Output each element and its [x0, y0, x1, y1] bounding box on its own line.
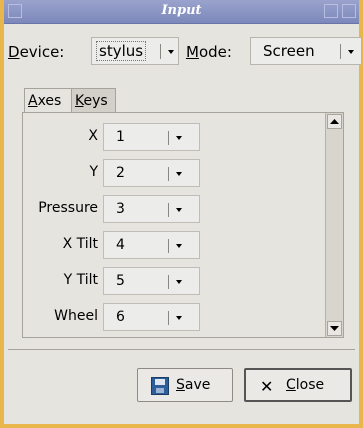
save-button[interactable]: Save: [137, 368, 233, 402]
tab-keys[interactable]: Keys: [72, 88, 116, 113]
title-bar[interactable]: Input: [4, 0, 359, 24]
mode-label: Mode:: [186, 43, 232, 61]
axis-combo-separator: [168, 311, 169, 325]
axis-label: X Tilt: [62, 236, 98, 252]
input-dialog-window: Input Device: stylus Mode: Screen Axes K…: [0, 0, 363, 428]
axis-value: 4: [116, 237, 125, 253]
mode-combo-value: Screen: [263, 42, 315, 60]
axis-x-combo[interactable]: 1: [103, 123, 200, 151]
axis-value: 5: [116, 273, 125, 289]
chevron-down-icon[interactable]: [168, 50, 174, 54]
axis-label: Y Tilt: [63, 272, 98, 288]
axis-wheel-combo[interactable]: 6: [103, 303, 200, 331]
tab-axes-mnemonic: A: [28, 93, 38, 109]
mode-label-text: ode:: [198, 43, 232, 61]
close-window-icon[interactable]: [342, 4, 356, 18]
axis-combo-separator: [168, 239, 169, 253]
device-combo-separator: [160, 44, 161, 59]
axis-combo-separator: [168, 203, 169, 217]
device-label: Device:: [8, 43, 64, 61]
axis-y-tilt-combo[interactable]: 5: [103, 267, 200, 295]
chevron-down-icon[interactable]: [348, 50, 354, 54]
arrow-down-icon: [330, 326, 339, 331]
axis-value: 1: [116, 129, 125, 145]
scroll-down-button[interactable]: [327, 321, 342, 336]
window-title: Input: [161, 3, 202, 18]
device-label-mnemonic: D: [8, 43, 20, 61]
axes-panel: X 1 Y 2 Pressure 3 X Tilt 4 Y Tilt 5 Whe…: [22, 112, 344, 338]
axis-value: 2: [116, 165, 125, 181]
chevron-down-icon[interactable]: [176, 208, 182, 212]
maximize-icon[interactable]: [324, 4, 338, 18]
axis-y-combo[interactable]: 2: [103, 159, 200, 187]
save-mnemonic: S: [176, 377, 185, 393]
chevron-down-icon[interactable]: [176, 244, 182, 248]
divider: [8, 349, 355, 350]
tab-keys-label: eys: [83, 93, 108, 109]
axis-label: X: [88, 128, 98, 144]
axis-combo-separator: [168, 275, 169, 289]
chevron-down-icon[interactable]: [176, 280, 182, 284]
close-button[interactable]: ✕ Close: [244, 368, 352, 402]
close-x-icon: ✕: [260, 377, 274, 396]
close-label-text: lose: [295, 377, 325, 393]
tab-axes[interactable]: Axes: [24, 88, 72, 113]
axis-value: 3: [116, 201, 125, 217]
save-label-text: ave: [184, 377, 211, 393]
axis-combo-separator: [168, 131, 169, 145]
close-mnemonic: C: [286, 377, 296, 393]
axis-pressure-combo[interactable]: 3: [103, 195, 200, 223]
axis-label: Pressure: [38, 200, 98, 216]
device-label-text: evice:: [19, 43, 65, 61]
device-combo-value: stylus: [96, 41, 147, 61]
chevron-down-icon[interactable]: [176, 172, 182, 176]
tab-axes-label: xes: [37, 93, 62, 109]
chevron-down-icon[interactable]: [176, 316, 182, 320]
axis-label: Wheel: [54, 308, 98, 324]
chevron-down-icon[interactable]: [176, 136, 182, 140]
save-button-label: Save: [176, 377, 210, 393]
axis-value: 6: [116, 309, 125, 325]
mode-combo[interactable]: Screen: [250, 37, 362, 65]
mode-label-mnemonic: M: [186, 43, 199, 61]
vertical-scrollbar[interactable]: [325, 113, 343, 337]
close-button-label: Close: [286, 377, 324, 393]
mode-combo-separator: [340, 44, 341, 59]
axis-combo-separator: [168, 167, 169, 181]
device-combo[interactable]: stylus: [91, 37, 179, 65]
arrow-up-icon: [330, 119, 339, 124]
axis-label: Y: [89, 164, 98, 180]
floppy-disk-icon: [151, 377, 169, 395]
scroll-up-button[interactable]: [327, 114, 342, 129]
axis-x-tilt-combo[interactable]: 4: [103, 231, 200, 259]
